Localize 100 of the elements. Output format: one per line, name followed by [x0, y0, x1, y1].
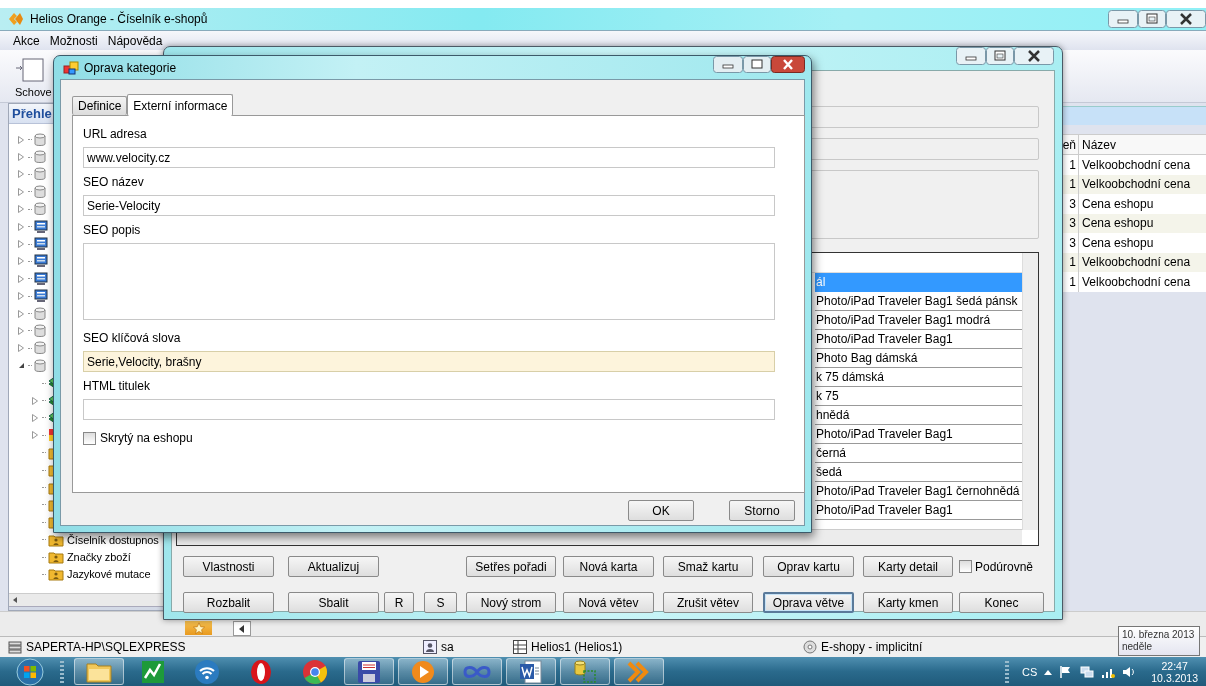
button[interactable]: Nová větev — [563, 592, 654, 613]
scroll-left-button[interactable] — [233, 621, 251, 636]
checkbox[interactable]: Skrytý na eshopu — [83, 431, 775, 445]
list-row[interactable]: Photo/iPad Traveler Bag1 — [815, 425, 1022, 444]
taskbar-button[interactable] — [74, 658, 124, 685]
maximize-button[interactable] — [1138, 10, 1166, 28]
start-orb-icon — [16, 657, 44, 686]
button[interactable]: Oprav kartu — [763, 556, 854, 577]
menu-item[interactable]: Možnosti — [46, 33, 101, 48]
button[interactable]: Vlastnosti — [183, 556, 274, 577]
window-icon — [63, 60, 79, 75]
tree-item[interactable]: Značky zboží — [67, 551, 131, 564]
collapsed-arrow-icon[interactable] — [18, 135, 24, 144]
collapsed-arrow-icon[interactable] — [18, 344, 24, 353]
button[interactable]: Oprava větve — [763, 592, 854, 613]
maximize-button[interactable] — [986, 47, 1014, 65]
folder-icon — [48, 567, 64, 582]
cylinder-icon — [34, 306, 46, 321]
tab-tile[interactable] — [185, 621, 212, 635]
collapsed-arrow-icon[interactable] — [18, 153, 24, 162]
button[interactable]: Nový strom — [466, 592, 556, 613]
speaker-icon[interactable] — [1122, 664, 1137, 679]
button[interactable]: Aktualizuj — [288, 556, 379, 577]
text-field[interactable]: Serie,Velocity, brašny — [83, 351, 775, 372]
list-row[interactable]: šedá — [815, 463, 1022, 482]
button[interactable]: Karty detail — [863, 556, 953, 577]
button[interactable]: Zrušit větev — [663, 592, 753, 613]
window-title: Helios Orange - Číselník e-shopů — [30, 12, 209, 26]
checkbox[interactable]: Podúrovně — [959, 556, 1044, 577]
list-row[interactable]: k 75 dámská — [815, 368, 1022, 387]
collapsed-arrow-icon[interactable] — [18, 240, 24, 249]
collapsed-arrow-icon[interactable] — [18, 257, 24, 266]
tab[interactable]: Externí informace — [127, 94, 234, 116]
taskbar-button[interactable] — [506, 658, 556, 685]
taskbar-button[interactable] — [344, 658, 394, 685]
panel-title: Přehle — [12, 105, 52, 123]
button[interactable]: Karty kmen — [863, 592, 953, 613]
column-header[interactable]: Název — [1079, 137, 1116, 152]
chart-icon — [141, 659, 165, 684]
button[interactable]: Nová karta — [563, 556, 654, 577]
button[interactable]: Konec — [959, 592, 1044, 613]
collapsed-arrow-icon[interactable] — [18, 222, 24, 231]
taskbar-button[interactable] — [452, 658, 502, 685]
menu-item[interactable]: Nápověda — [104, 33, 166, 48]
text-field[interactable] — [83, 399, 775, 420]
clock[interactable]: 22:47 10.3.2013 — [1151, 659, 1198, 684]
list-row[interactable]: černá — [815, 444, 1022, 463]
button[interactable]: Setřes pořadi — [466, 556, 556, 577]
collapsed-arrow-icon[interactable] — [32, 396, 38, 405]
menu-item[interactable]: Akce — [10, 33, 43, 48]
network-icon[interactable] — [1080, 664, 1095, 679]
collapsed-arrow-icon[interactable] — [18, 205, 24, 214]
expanded-arrow-icon[interactable] — [18, 362, 25, 370]
tree-item[interactable]: Jazykové mutace — [67, 568, 151, 581]
minimize-button[interactable] — [1108, 10, 1138, 28]
close-button[interactable] — [771, 56, 805, 73]
list-row[interactable]: Photo Bag dámská — [815, 349, 1022, 368]
button[interactable]: Storno — [729, 500, 795, 521]
window-title: Oprava kategorie — [84, 60, 178, 75]
button[interactable]: Sbalit — [288, 592, 379, 613]
collapsed-arrow-icon[interactable] — [18, 170, 24, 179]
horizontal-scrollbar[interactable] — [9, 593, 166, 606]
close-button[interactable] — [1014, 47, 1054, 65]
start-button[interactable] — [14, 657, 46, 686]
list-row[interactable]: k 75 — [815, 387, 1022, 406]
button[interactable]: S — [424, 592, 457, 613]
minimize-button[interactable] — [713, 56, 743, 73]
button[interactable]: R — [384, 592, 414, 613]
toolbar-button[interactable]: Schove — [13, 50, 58, 99]
list-row[interactable]: Photo/iPad Traveler Bag1 — [815, 330, 1022, 349]
text-field[interactable]: Serie-Velocity — [83, 195, 775, 216]
collapsed-arrow-icon[interactable] — [18, 292, 24, 301]
collapsed-arrow-icon[interactable] — [18, 327, 24, 335]
scroll-left-icon — [239, 624, 245, 633]
button[interactable]: Rozbalit — [183, 592, 274, 613]
text-field[interactable]: www.velocity.cz — [83, 147, 775, 168]
list-row[interactable]: Photo/iPad Traveler Bag1 modrá — [815, 311, 1022, 330]
minimize-button[interactable] — [956, 47, 986, 65]
button[interactable]: Smaž kartu — [663, 556, 753, 577]
vertical-scrollbar[interactable] — [1022, 253, 1038, 530]
tab[interactable]: Definice — [72, 96, 128, 115]
collapsed-arrow-icon[interactable] — [18, 274, 24, 283]
tree-item[interactable]: Číselník dostupnos — [67, 533, 159, 546]
close-button[interactable] — [1166, 10, 1206, 28]
list-row[interactable]: Photo/iPad Traveler Bag1 — [815, 501, 1022, 520]
list-row[interactable]: Photo/iPad Traveler Bag1 černohnědá — [815, 482, 1022, 501]
collapsed-arrow-icon[interactable] — [18, 187, 24, 196]
list-row[interactable]: Photo/iPad Traveler Bag1 šedá pánsk — [815, 292, 1022, 311]
taskbar-button[interactable] — [614, 658, 664, 685]
caret-icon[interactable] — [1044, 668, 1053, 675]
list-row[interactable]: hnědá — [815, 406, 1022, 425]
taskbar-button[interactable] — [398, 658, 448, 685]
button[interactable]: OK — [628, 500, 694, 521]
taskbar-button[interactable] — [560, 658, 610, 685]
collapsed-arrow-icon[interactable] — [32, 413, 38, 422]
status-text: sa — [441, 640, 454, 654]
language-indicator[interactable]: CS — [1022, 665, 1038, 678]
text-area[interactable] — [83, 243, 775, 320]
collapsed-arrow-icon[interactable] — [18, 309, 24, 318]
collapsed-arrow-icon[interactable] — [32, 431, 38, 440]
